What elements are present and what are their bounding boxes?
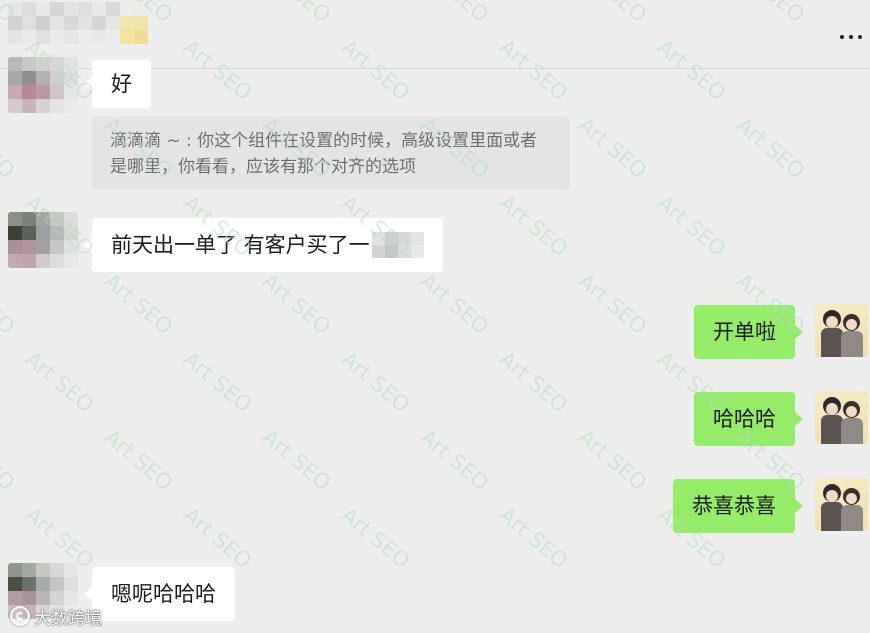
message-bubble[interactable]: 哈哈哈 [694,392,803,446]
mosaic-cell [8,99,22,113]
mosaic-cell [36,254,50,268]
mosaic-cell [36,85,50,99]
avatar-figure-part [821,328,843,357]
avatar-self[interactable] [815,304,868,357]
message-text: 开单啦 [713,319,776,344]
avatar-figure-part [826,403,838,415]
mosaic-cell [64,85,78,99]
mosaic-cell [36,99,50,113]
mosaic-cell [64,563,78,577]
mosaic-cell [22,212,36,226]
brand-watermark-text: 大数跨境 [34,608,102,629]
mosaic-cell [36,57,50,71]
message-bubble[interactable]: 好 [84,60,151,108]
quoted-message-text: 滴滴滴 ~ : 你这个组件在设置的时候，高级设置里面或者是哪里，你看看，应该有那… [110,131,538,177]
message-text: 哈哈哈 [713,406,776,431]
quoted-message[interactable]: 滴滴滴 ~ : 你这个组件在设置的时候，高级设置里面或者是哪里，你看看，应该有那… [92,117,570,190]
mosaic-cell [8,57,22,71]
avatar-self[interactable] [815,478,868,531]
avatar-figure-part [826,316,838,328]
avatar-figure-part [841,331,863,357]
message-text: 嗯呢哈哈哈 [111,581,216,606]
mosaic-cell [22,71,36,85]
mosaic-cell [50,577,64,591]
mosaic-cell [410,245,424,258]
mosaic-cell [384,232,398,245]
mosaic-cell [8,226,22,240]
mosaic-cell [64,212,78,226]
mosaic-cell [8,254,22,268]
mosaic-cell [64,57,78,71]
mosaic-cell [50,212,64,226]
mosaic-cell [410,232,424,245]
avatar-figure-part [821,502,843,531]
mosaic-cell [36,212,50,226]
mosaic-cell [397,245,411,258]
mosaic-cell [8,71,22,85]
mosaic-cell [64,99,78,113]
avatar[interactable] [8,57,78,113]
mosaic-cell [397,232,411,245]
message-bubble[interactable]: 恭喜恭喜 [673,479,803,533]
mosaic-cell [50,226,64,240]
mosaic-cell [384,245,398,258]
avatar-figure-part [826,490,838,502]
mosaic-cell [22,57,36,71]
avatar-figure-part [846,493,857,504]
mosaic-cell [22,254,36,268]
mosaic-cell [36,577,50,591]
mosaic-cell [50,57,64,71]
mosaic-cell [371,232,385,245]
mosaic-cell [371,245,385,258]
mosaic-cell [36,71,50,85]
mosaic-cell [36,226,50,240]
avatar-figure-part [821,415,843,444]
mosaic-cell [64,226,78,240]
message-text: 前天出一单了 有客户买了一 [111,232,370,257]
mosaic-cell [8,577,22,591]
mosaic-cell [22,563,36,577]
redacted-text [371,232,424,258]
mosaic-cell [50,240,64,254]
avatar-self[interactable] [815,391,868,444]
message-text: 恭喜恭喜 [692,493,776,518]
message-bubble[interactable]: 嗯呢哈哈哈 [84,567,235,621]
mosaic-cell [22,240,36,254]
mosaic-cell [8,212,22,226]
mosaic-cell [64,240,78,254]
mosaic-cell [36,240,50,254]
message-bubble[interactable]: 前天出一单了 有客户买了一 [84,218,443,272]
mosaic-cell [50,99,64,113]
mosaic-cell [22,99,36,113]
brand-logo-icon [10,606,30,626]
avatar-figure-part [846,319,857,330]
mosaic-cell [22,226,36,240]
avatar-figure-part [841,505,863,531]
chat-window: 好 滴滴滴 ~ : 你这个组件在设置的时候，高级设置里面或者是哪里，你看看，应该… [0,0,870,633]
avatar-figure-part [846,406,857,417]
mosaic-cell [22,577,36,591]
mosaic-cell [50,254,64,268]
mosaic-cell [50,71,64,85]
brand-watermark: 大数跨境 [10,603,102,629]
avatar[interactable] [8,212,78,268]
mosaic-cell [50,85,64,99]
avatar-figure-part [841,418,863,444]
mosaic-cell [8,240,22,254]
mosaic-cell [50,563,64,577]
mosaic-cell [8,563,22,577]
mosaic-cell [64,577,78,591]
message-list: 好 滴滴滴 ~ : 你这个组件在设置的时候，高级设置里面或者是哪里，你看看，应该… [0,0,870,633]
mosaic-cell [64,254,78,268]
message-text: 好 [111,71,132,96]
mosaic-cell [22,85,36,99]
message-bubble[interactable]: 开单啦 [694,305,803,359]
mosaic-cell [64,71,78,85]
mosaic-cell [36,563,50,577]
mosaic-cell [8,85,22,99]
